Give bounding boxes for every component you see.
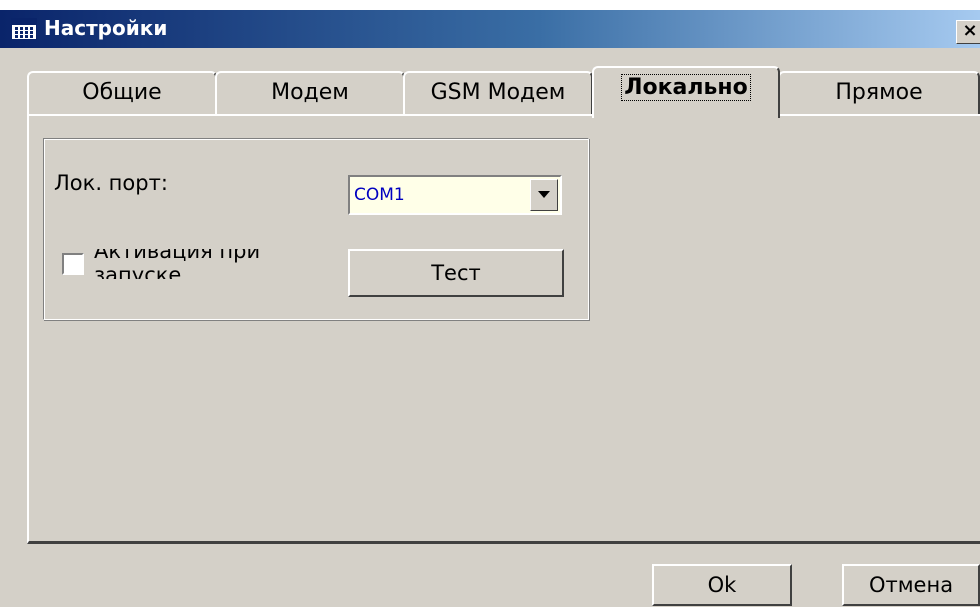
tab-direct-label: Прямое xyxy=(835,80,923,105)
activate-on-start-checkbox[interactable] xyxy=(62,253,84,275)
close-icon: × xyxy=(962,20,978,41)
tab-direct[interactable]: Прямое xyxy=(778,71,980,115)
port-label: Лок. порт: xyxy=(54,171,168,195)
activate-on-start-label[interactable]: Активация при запуске xyxy=(94,249,304,279)
tab-general-label: Общие xyxy=(82,80,162,105)
window-title: Настройки xyxy=(44,16,168,40)
port-select[interactable]: COM1 xyxy=(348,175,562,215)
activate-on-start-label-clip: Активация при запуске xyxy=(94,249,304,279)
close-button[interactable]: × xyxy=(956,20,980,44)
tab-panel-local: Лок. порт: COM1 Активация при запуске Те… xyxy=(27,114,980,544)
settings-dialog: Настройки × Общие Модем GSM Модем Локаль… xyxy=(0,10,980,607)
tab-general[interactable]: Общие xyxy=(27,71,217,115)
tab-modem[interactable]: Модем xyxy=(215,71,405,115)
tab-local[interactable]: Локально xyxy=(592,66,780,118)
title-bar[interactable]: Настройки × xyxy=(0,10,980,48)
test-button[interactable]: Тест xyxy=(348,249,564,297)
calculator-icon xyxy=(11,18,37,40)
ok-button[interactable]: Ok xyxy=(652,564,792,606)
tab-modem-label: Модем xyxy=(271,80,349,105)
port-select-value: COM1 xyxy=(354,185,405,205)
tab-gsm-modem-label: GSM Модем xyxy=(430,80,566,105)
chevron-down-icon[interactable] xyxy=(530,179,558,211)
tab-gsm-modem[interactable]: GSM Модем xyxy=(403,71,593,115)
tab-local-label: Локально xyxy=(621,74,751,101)
cancel-button[interactable]: Отмена xyxy=(842,564,980,606)
local-port-group: Лок. порт: COM1 Активация при запуске Те… xyxy=(43,138,589,320)
